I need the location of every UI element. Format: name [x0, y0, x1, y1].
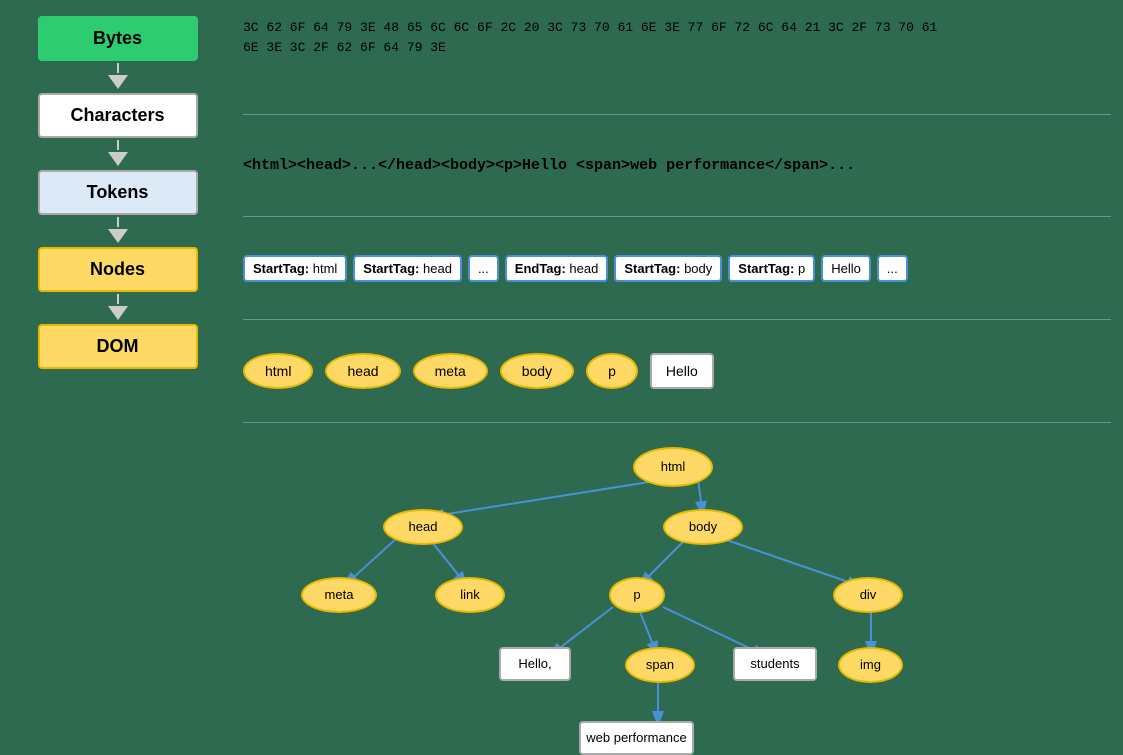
arrow-tokens-nodes	[108, 217, 128, 245]
arrow-bytes-chars	[108, 63, 128, 91]
dom-node-body: body	[663, 509, 743, 545]
dom-box: DOM	[38, 324, 198, 369]
characters-text: <html><head>...</head><body><p>Hello <sp…	[243, 157, 855, 174]
dom-node-p: p	[609, 577, 665, 613]
dom-node-hello-comma: Hello,	[499, 647, 571, 681]
dom-node-img: img	[838, 647, 903, 683]
dom-node-students: students	[733, 647, 817, 681]
characters-row: <html><head>...</head><body><p>Hello <sp…	[243, 115, 1111, 218]
dom-node-div: div	[833, 577, 903, 613]
arrow-nodes-dom	[108, 294, 128, 322]
token-ellipsis-1: ...	[468, 255, 499, 282]
node-html: html	[243, 353, 313, 389]
dom-node-head: head	[383, 509, 463, 545]
dom-node-web-performance: web performance	[579, 721, 694, 755]
node-p: p	[586, 353, 638, 389]
dom-node-html: html	[633, 447, 713, 487]
nodes-row-container: html head meta body p Hello	[243, 320, 1111, 423]
dom-node-span: span	[625, 647, 695, 683]
dom-tree: html head body meta link p div Hello, sp…	[243, 429, 1111, 608]
tokens-list: StartTag: html StartTag: head ... EndTag…	[243, 255, 908, 282]
token-startTag-p: StartTag: p	[728, 255, 815, 282]
token-startTag-body: StartTag: body	[614, 255, 722, 282]
node-hello: Hello	[650, 353, 714, 389]
token-startTag-html: StartTag: html	[243, 255, 347, 282]
bytes-row: 3C 62 6F 64 79 3E 48 65 6C 6C 6F 2C 20 3…	[243, 8, 1111, 115]
token-endTag-head: EndTag: head	[505, 255, 609, 282]
token-ellipsis-2: ...	[877, 255, 908, 282]
dom-row: html head body meta link p div Hello, sp…	[243, 423, 1111, 614]
node-meta: meta	[413, 353, 488, 389]
nodes-box: Nodes	[38, 247, 198, 292]
token-startTag-head: StartTag: head	[353, 255, 462, 282]
nodes-list: html head meta body p Hello	[243, 353, 714, 389]
node-head: head	[325, 353, 400, 389]
dom-node-link: link	[435, 577, 505, 613]
tokens-box: Tokens	[38, 170, 198, 215]
tokens-row-container: StartTag: html StartTag: head ... EndTag…	[243, 217, 1111, 320]
token-text-hello: Hello	[821, 255, 871, 282]
dom-node-meta: meta	[301, 577, 377, 613]
arrow-chars-tokens	[108, 140, 128, 168]
characters-box: Characters	[38, 93, 198, 138]
bytes-box: Bytes	[38, 16, 198, 61]
bytes-text: 3C 62 6F 64 79 3E 48 65 6C 6C 6F 2C 20 3…	[243, 18, 937, 57]
node-body: body	[500, 353, 574, 389]
